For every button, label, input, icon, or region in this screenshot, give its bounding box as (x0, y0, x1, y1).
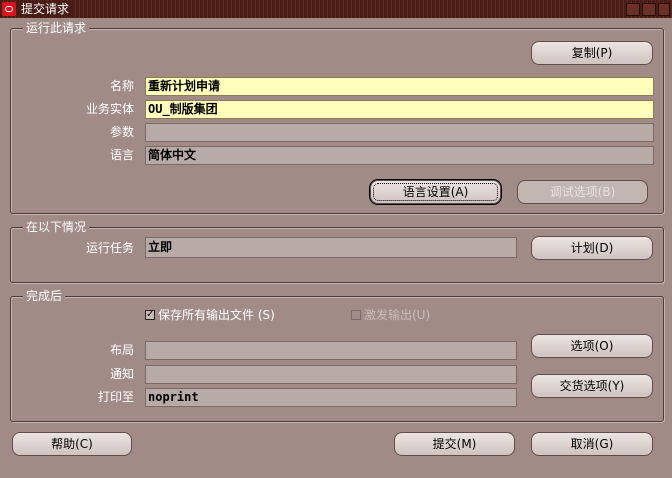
run-job-label: 运行任务 (85, 241, 134, 255)
run-request-legend: 运行此请求 (23, 21, 90, 35)
layout-field[interactable] (145, 341, 517, 360)
name-field[interactable]: 重新计划申请 (145, 77, 654, 96)
print-to-label: 打印至 (97, 390, 134, 404)
parameters-field[interactable] (145, 123, 654, 142)
language-label: 语言 (109, 148, 134, 162)
schedule-legend: 在以下情况 (23, 220, 90, 234)
completion-legend: 完成后 (23, 289, 66, 303)
window-title: 提交请求 (18, 1, 73, 17)
layout-label: 布局 (109, 343, 134, 357)
run-job-field[interactable]: 立即 (145, 237, 517, 258)
oracle-app-icon (2, 2, 16, 16)
burst-output-checkbox[interactable] (351, 310, 361, 320)
title-bar[interactable]: 提交请求 (0, 0, 672, 18)
debug-options-button[interactable]: 调试选项(B) (517, 180, 648, 204)
maximize-button[interactable] (642, 3, 656, 16)
language-settings-button[interactable]: 语言设置(A) (370, 180, 501, 204)
submit-button[interactable]: 提交(M) (394, 432, 515, 456)
minimize-button[interactable] (626, 3, 640, 16)
cancel-button[interactable]: 取消(G) (531, 432, 653, 456)
operating-unit-field[interactable]: OU_制版集团 (145, 100, 654, 119)
notify-field[interactable] (145, 365, 517, 384)
help-button[interactable]: 帮助(C) (12, 432, 132, 456)
name-label: 名称 (109, 79, 134, 93)
parameters-label: 参数 (109, 125, 134, 139)
print-to-field[interactable]: noprint (145, 388, 517, 407)
language-field[interactable]: 简体中文 (145, 146, 654, 165)
options-button[interactable]: 选项(O) (531, 334, 653, 358)
save-outputs-label: 保存所有输出文件 (S) (158, 308, 275, 322)
notify-label: 通知 (109, 367, 134, 381)
copy-button[interactable]: 复制(P) (531, 41, 653, 65)
burst-output-label: 激发输出(U) (364, 308, 431, 322)
close-button[interactable] (658, 3, 670, 16)
schedule-button[interactable]: 计划(D) (531, 236, 653, 260)
save-outputs-checkbox[interactable]: ✓ (145, 310, 155, 320)
delivery-options-button[interactable]: 交货选项(Y) (531, 374, 653, 398)
operating-unit-label: 业务实体 (85, 102, 134, 116)
